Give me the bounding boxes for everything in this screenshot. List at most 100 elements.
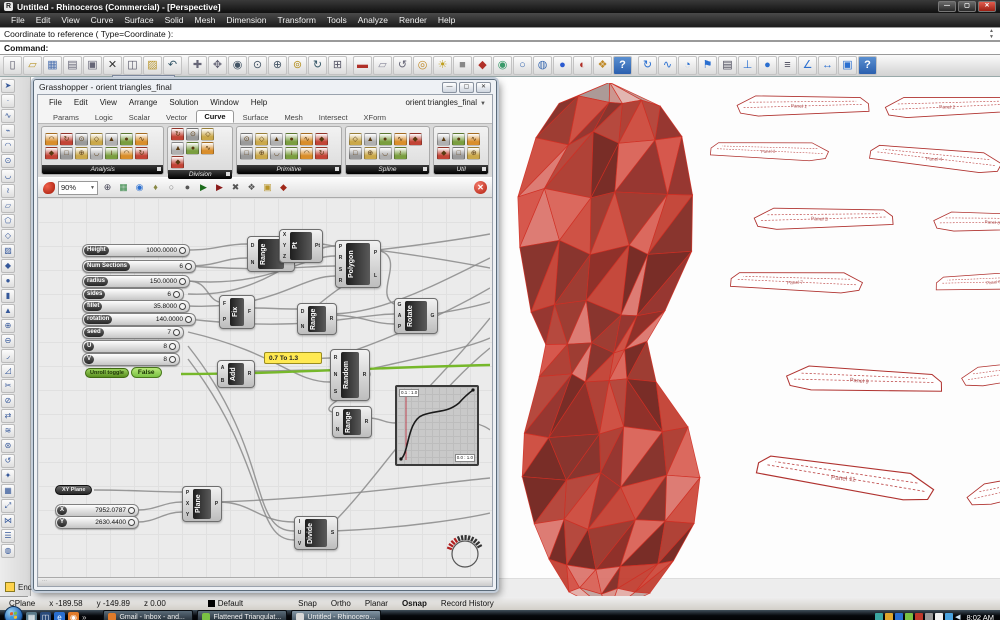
polyline-icon[interactable]: ◆ xyxy=(409,133,422,146)
minimize-button[interactable]: — xyxy=(938,1,956,12)
undo-icon[interactable]: ↶ xyxy=(163,56,182,75)
graph-mapper[interactable]: 0.1 : 1.0 0.0 : 1.0 xyxy=(395,385,479,466)
fillet-tool-icon[interactable]: ◞ xyxy=(1,349,15,363)
chamfer-tool-icon[interactable]: ◿ xyxy=(1,364,15,378)
status-pane-planar[interactable]: Planar xyxy=(358,599,395,608)
horizontal-frame-icon[interactable]: ≀ xyxy=(105,147,118,160)
port-in-D[interactable]: D xyxy=(249,243,256,249)
cylinder-tool-icon[interactable]: ▮ xyxy=(1,289,15,303)
document-selector[interactable]: orient triangles_final▼ xyxy=(405,98,486,107)
port-in-X[interactable]: X xyxy=(281,232,288,238)
gh-menu-solution[interactable]: Solution xyxy=(164,98,203,107)
interpolate-icon[interactable]: ▲ xyxy=(364,133,377,146)
array-tool-icon[interactable]: ▦ xyxy=(1,484,15,498)
taskbar-window-2[interactable]: Flattened Triangulat... xyxy=(197,610,287,620)
layer-tool-icon[interactable]: ☰ xyxy=(1,529,15,543)
shatter-icon[interactable]: ∿ xyxy=(201,142,214,155)
status-pane-snap[interactable]: Snap xyxy=(291,599,324,608)
taskbar-clock[interactable]: 8:02 AM xyxy=(966,613,994,620)
pointer-tool-icon[interactable]: ➤ xyxy=(1,79,15,93)
port-in-V[interactable]: V xyxy=(296,541,303,547)
length-icon[interactable]: ◠ xyxy=(120,147,133,160)
offset-curve-icon[interactable]: ◆ xyxy=(437,147,450,160)
port-in-D[interactable]: D xyxy=(334,412,341,418)
document-icon[interactable]: ▣ xyxy=(261,181,274,194)
gh-menu-arrange[interactable]: Arrange xyxy=(124,98,162,107)
circle-cnr-icon[interactable]: ● xyxy=(285,133,298,146)
analyze-surface-icon[interactable]: ◔ xyxy=(678,56,697,75)
slider-knob-icon[interactable] xyxy=(128,507,135,514)
menu-tools[interactable]: Tools xyxy=(322,14,352,26)
tab-xform[interactable]: XForm xyxy=(357,112,394,123)
slider-knob-icon[interactable] xyxy=(185,263,192,270)
slider-knob-icon[interactable] xyxy=(173,291,180,298)
freeform-curve-icon[interactable]: ≀ xyxy=(1,184,15,198)
perspective-mesh-view[interactable] xyxy=(498,83,712,596)
menu-solid[interactable]: Solid xyxy=(160,14,189,26)
discontinuity-icon[interactable]: ● xyxy=(120,133,133,146)
contour-icon[interactable]: ▲ xyxy=(171,142,184,155)
flip-curve-icon[interactable]: ● xyxy=(452,133,465,146)
delete-icon[interactable]: ✕ xyxy=(103,56,122,75)
slider-knob-icon[interactable] xyxy=(169,343,176,350)
cluster-icon[interactable]: ❖ xyxy=(245,181,258,194)
command-scroll-arrows[interactable]: ▲▼ xyxy=(989,28,994,40)
flattened-panel[interactable]: Panel 3 xyxy=(710,139,829,164)
stereo-view-icon[interactable]: ◐ xyxy=(573,56,592,75)
info-icon[interactable]: ? xyxy=(858,56,877,75)
status-pane-ortho[interactable]: Ortho xyxy=(324,599,358,608)
volume-icon[interactable]: ◀ xyxy=(955,613,960,620)
port-in-R[interactable]: R xyxy=(332,355,339,361)
fillet-icon[interactable]: ▲ xyxy=(437,133,450,146)
slider-v[interactable]: V8 xyxy=(82,353,180,366)
sketch-tool-icon[interactable] xyxy=(43,182,55,194)
port-in-Y[interactable]: Y xyxy=(281,243,288,249)
port-in-Z[interactable]: Z xyxy=(281,254,288,260)
port-in-R[interactable]: R xyxy=(337,255,344,261)
slider-knob-icon[interactable] xyxy=(179,303,186,310)
group-menu-icon[interactable] xyxy=(423,167,427,171)
tray-icon[interactable] xyxy=(905,613,913,620)
node-divide-10[interactable]: IUVDivideS xyxy=(294,516,338,550)
port-in-N[interactable]: N xyxy=(334,427,341,433)
port-out-R[interactable]: R xyxy=(361,372,368,378)
tangent-lines-icon[interactable]: ↻ xyxy=(315,147,328,160)
grasshopper-title-bar[interactable]: Grasshopper - orient triangles_final — ▢… xyxy=(34,80,496,94)
slider-knob-icon[interactable] xyxy=(179,278,186,285)
tray-icon[interactable] xyxy=(945,613,953,620)
curvature-icon[interactable]: ⊙ xyxy=(75,133,88,146)
port-out-L[interactable]: L xyxy=(372,273,379,279)
zoom-extents-icon[interactable]: ⊕ xyxy=(268,56,287,75)
refresh-icon[interactable]: ↻ xyxy=(638,56,657,75)
port-in-Y[interactable]: Y xyxy=(184,512,191,518)
toggle-value[interactable]: False xyxy=(131,367,162,378)
arc-3pt-icon[interactable]: ◇ xyxy=(255,133,268,146)
port-in-I[interactable]: I xyxy=(296,519,303,525)
node-range-4[interactable]: DNRangeR xyxy=(297,303,337,335)
polygon-icon[interactable]: ⊕ xyxy=(255,147,268,160)
slider-u[interactable]: U8 xyxy=(82,340,180,353)
bake-icon[interactable]: ✖ xyxy=(229,181,242,194)
flag-icon[interactable]: ⚑ xyxy=(698,56,717,75)
rectangle-icon[interactable]: ◡ xyxy=(270,147,283,160)
curve-edit-icon[interactable]: ∿ xyxy=(658,56,677,75)
menu-analyze[interactable]: Analyze xyxy=(353,14,393,26)
arc-tool-icon[interactable]: ◠ xyxy=(1,139,15,153)
move-icon[interactable]: ✥ xyxy=(208,56,227,75)
perpendicular-icon[interactable]: ⊥ xyxy=(738,56,757,75)
lock-icon[interactable]: ■ xyxy=(453,56,472,75)
port-out-R[interactable]: R xyxy=(328,316,335,322)
node-random-7[interactable]: RNSRandomR xyxy=(330,349,370,401)
flattened-panel[interactable]: Panel 10 xyxy=(961,356,1000,387)
named-view-icon[interactable]: ▬ xyxy=(353,56,372,75)
flattened-panel[interactable]: Panel 12 xyxy=(965,463,1000,507)
slider-fillet[interactable]: fillet35.8000 xyxy=(82,300,190,313)
port-out-P[interactable]: P xyxy=(213,501,220,507)
line-tool-icon[interactable]: ⌁ xyxy=(1,124,15,138)
point-tool-icon[interactable]: · xyxy=(1,94,15,108)
arc-icon[interactable]: ⊙ xyxy=(240,133,253,146)
flattened-panel[interactable]: Panel 6 xyxy=(933,207,1000,238)
split-tool-icon[interactable]: ⊘ xyxy=(1,394,15,408)
internet-explorer-icon[interactable]: e xyxy=(54,612,65,620)
perp-frame-icon[interactable]: ↻ xyxy=(135,147,148,160)
